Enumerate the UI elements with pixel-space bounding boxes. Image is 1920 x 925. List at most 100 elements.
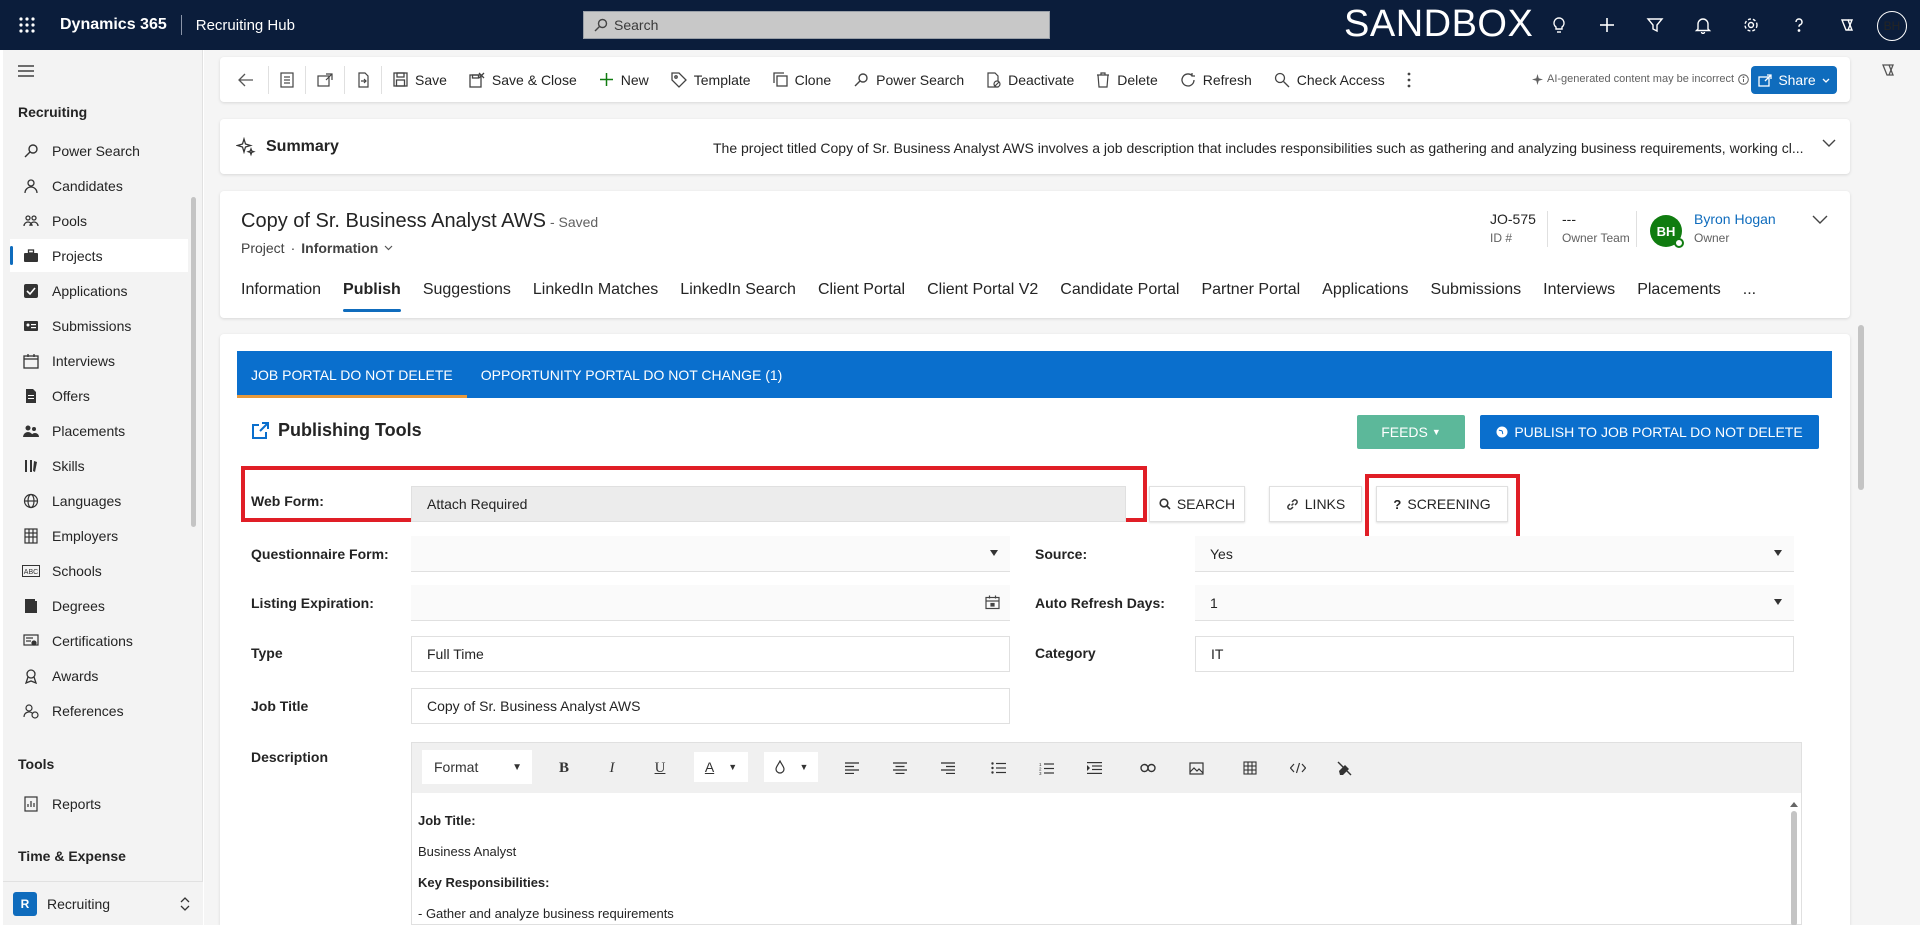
sidebar-item-references[interactable]: References [10, 694, 188, 727]
italic-icon[interactable]: I [602, 755, 622, 781]
align-right-icon[interactable] [938, 755, 958, 781]
owner-avatar[interactable]: BH [1650, 215, 1684, 248]
template-button[interactable]: Template [660, 57, 762, 102]
sidebar-item-projects[interactable]: Projects [10, 239, 188, 272]
sidebar-item-skills[interactable]: Skills [10, 449, 188, 482]
process-button[interactable] [345, 57, 381, 102]
bell-icon[interactable] [1679, 0, 1727, 50]
form-selector[interactable]: Information [301, 240, 378, 256]
sidebar-item-placements[interactable]: Placements [10, 414, 188, 447]
lightbulb-icon[interactable] [1535, 0, 1583, 50]
sidebar-item-candidates[interactable]: Candidates [10, 169, 188, 202]
tab-client-portal-v2[interactable]: Client Portal V2 [916, 278, 1049, 318]
auto-refresh-select[interactable]: 1 [1195, 585, 1794, 621]
deactivate-button[interactable]: Deactivate [975, 57, 1085, 102]
main-scrollbar[interactable] [1858, 325, 1864, 490]
tab-linkedin-matches[interactable]: LinkedIn Matches [522, 278, 669, 318]
code-view-icon[interactable] [1288, 755, 1308, 781]
help-icon[interactable] [1775, 0, 1823, 50]
plus-icon[interactable] [1583, 0, 1631, 50]
sidebar-item-degrees[interactable]: Degrees [10, 589, 188, 622]
more-tabs-button[interactable]: ... [1732, 278, 1767, 318]
sidebar-item-schools[interactable]: ABC Schools [10, 554, 188, 587]
sidebar-item-reports[interactable]: Reports [10, 787, 188, 820]
back-button[interactable] [220, 57, 268, 102]
publish-to-portal-button[interactable]: PUBLISH TO JOB PORTAL DO NOT DELETE [1480, 415, 1819, 449]
listing-expiration-field[interactable] [411, 585, 1010, 621]
links-button[interactable]: LINKS [1269, 486, 1362, 522]
numbered-list-icon[interactable]: 123 [1036, 755, 1056, 781]
sidebar-item-languages[interactable]: Languages [10, 484, 188, 517]
sidebar-item-awards[interactable]: Awards [10, 659, 188, 692]
format-dropdown[interactable]: Format ▼ [422, 750, 532, 784]
expand-summary-chevron-icon[interactable] [1822, 139, 1836, 147]
tab-partner-portal[interactable]: Partner Portal [1190, 278, 1311, 318]
source-select[interactable]: Yes [1195, 536, 1794, 572]
open-new-window-button[interactable] [306, 57, 344, 102]
align-left-icon[interactable] [842, 755, 862, 781]
sidebar-scrollbar[interactable] [191, 197, 196, 527]
category-field[interactable]: IT [1195, 636, 1794, 672]
background-color-button[interactable]: ▼ [764, 752, 818, 782]
type-field[interactable]: Full Time [411, 636, 1010, 672]
tab-applications[interactable]: Applications [1311, 278, 1419, 318]
table-icon[interactable] [1240, 755, 1260, 781]
screening-button[interactable]: ? SCREENING [1376, 486, 1508, 522]
job-title-field[interactable]: Copy of Sr. Business Analyst AWS [411, 688, 1010, 724]
form-view-button[interactable] [269, 57, 305, 102]
feeds-button[interactable]: FEEDS ▼ [1357, 415, 1465, 449]
tab-candidate-portal[interactable]: Candidate Portal [1049, 278, 1190, 318]
tab-interviews[interactable]: Interviews [1532, 278, 1626, 318]
sidebar-item-pools[interactable]: Pools [10, 204, 188, 237]
chevron-down-icon[interactable] [384, 245, 393, 251]
refresh-button[interactable]: Refresh [1169, 57, 1263, 102]
area-switcher[interactable]: R Recruiting [3, 881, 203, 925]
web-form-field[interactable]: Attach Required [411, 486, 1126, 522]
more-commands-button[interactable] [1396, 57, 1422, 102]
check-access-button[interactable]: Check Access [1263, 57, 1396, 102]
editor-content[interactable]: Job Title: Business Analyst Key Responsi… [418, 805, 674, 925]
hamburger-icon[interactable] [18, 64, 34, 78]
tab-information[interactable]: Information [241, 278, 332, 318]
bullet-list-icon[interactable] [988, 755, 1008, 781]
global-search-input[interactable]: Search [583, 11, 1050, 39]
link-icon[interactable] [1138, 755, 1158, 781]
delete-button[interactable]: Delete [1085, 57, 1168, 102]
app-name[interactable]: Dynamics 365 [60, 16, 167, 34]
filter-icon[interactable] [1631, 0, 1679, 50]
sidebar-item-power-search[interactable]: Power Search [10, 134, 188, 167]
owner-name-link[interactable]: Byron Hogan [1694, 211, 1776, 227]
power-search-button[interactable]: Power Search [842, 57, 975, 102]
questionnaire-select[interactable] [411, 536, 1010, 572]
clear-format-icon[interactable] [1334, 755, 1354, 781]
tab-placements[interactable]: Placements [1626, 278, 1732, 318]
sidebar-item-interviews[interactable]: Interviews [10, 344, 188, 377]
align-center-icon[interactable] [890, 755, 910, 781]
tab-opportunity-portal[interactable]: OPPORTUNITY PORTAL DO NOT CHANGE (1) [467, 351, 797, 398]
new-button[interactable]: New [588, 57, 660, 102]
image-icon[interactable] [1186, 755, 1206, 781]
copilot-pane-icon[interactable] [1880, 62, 1896, 78]
underline-icon[interactable]: U [650, 755, 670, 781]
user-avatar[interactable]: BH [1877, 11, 1907, 41]
sidebar-item-submissions[interactable]: Submissions [10, 309, 188, 342]
copilot-icon[interactable] [1823, 0, 1871, 50]
tab-suggestions[interactable]: Suggestions [412, 278, 522, 318]
info-icon[interactable] [1738, 73, 1749, 85]
sidebar-item-employers[interactable]: Employers [10, 519, 188, 552]
app-launcher-icon[interactable] [4, 0, 50, 50]
hub-name[interactable]: Recruiting Hub [196, 17, 295, 34]
search-button[interactable]: SEARCH [1149, 486, 1245, 522]
sidebar-item-applications[interactable]: Applications [10, 274, 188, 307]
tab-publish[interactable]: Publish [332, 278, 412, 318]
indent-icon[interactable] [1084, 755, 1104, 781]
tab-submissions[interactable]: Submissions [1419, 278, 1532, 318]
gear-icon[interactable] [1727, 0, 1775, 50]
save-close-button[interactable]: Save & Close [458, 57, 588, 102]
font-color-button[interactable]: A ▼ [694, 752, 748, 782]
sidebar-item-certifications[interactable]: Certifications [10, 624, 188, 657]
save-button[interactable]: Save [382, 57, 458, 102]
share-button[interactable]: Share [1751, 66, 1837, 94]
header-expand-chevron-icon[interactable] [1812, 215, 1828, 224]
editor-scrollbar[interactable] [1789, 799, 1799, 925]
